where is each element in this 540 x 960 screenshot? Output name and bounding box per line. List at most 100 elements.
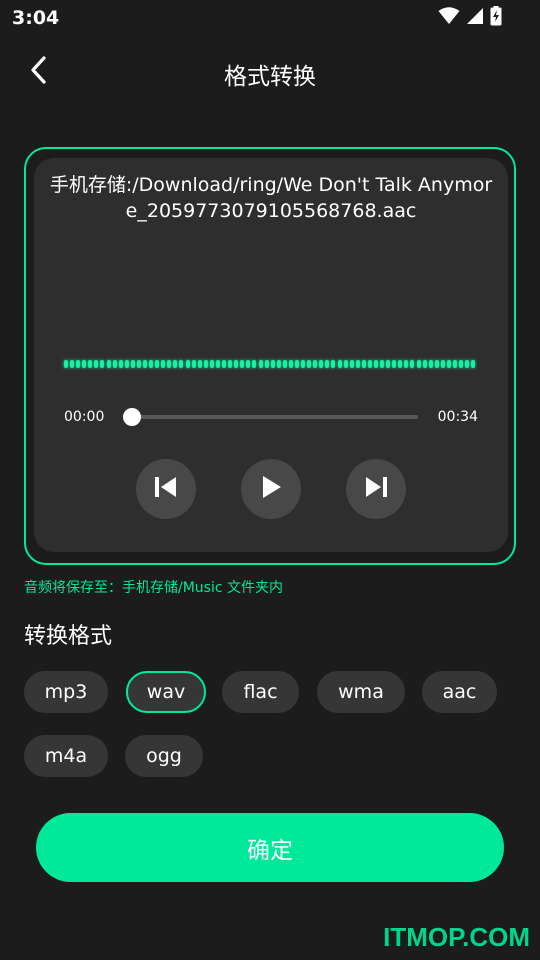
- waveform-dot: [136, 360, 141, 368]
- waveform-dot: [380, 360, 385, 368]
- waveform-dot: [264, 360, 269, 368]
- header: 格式转换: [0, 44, 540, 100]
- save-location-hint: 音频将保存至：手机存储/Music 文件夹内: [24, 580, 283, 596]
- waveform-dot: [459, 360, 464, 368]
- waveform-dot: [185, 360, 190, 368]
- total-time: 00:34: [437, 409, 478, 425]
- waveform-dot: [416, 360, 421, 368]
- previous-button[interactable]: [136, 459, 196, 519]
- play-icon: [259, 474, 283, 504]
- waveform-dot: [361, 360, 366, 368]
- waveform-dot: [294, 360, 299, 368]
- format-label: aac: [442, 681, 477, 703]
- waveform-dot: [258, 360, 263, 368]
- format-label: ogg: [146, 745, 182, 767]
- progress-slider[interactable]: [123, 408, 418, 426]
- waveform-dot: [94, 360, 99, 368]
- waveform-dot: [410, 360, 415, 368]
- format-chip-m4a[interactable]: m4a: [24, 735, 108, 777]
- waveform-dot: [386, 360, 391, 368]
- waveform: [64, 359, 476, 369]
- waveform-dot: [367, 360, 372, 368]
- waveform-dot: [197, 360, 202, 368]
- waveform-dot: [282, 360, 287, 368]
- waveform-dot: [191, 360, 196, 368]
- waveform-dot: [301, 360, 306, 368]
- waveform-dot: [209, 360, 214, 368]
- format-chip-aac[interactable]: aac: [422, 671, 497, 713]
- waveform-dot: [270, 360, 275, 368]
- format-chip-wav[interactable]: wav: [126, 671, 206, 713]
- waveform-dot: [143, 360, 148, 368]
- waveform-dot: [179, 360, 184, 368]
- skip-next-icon: [363, 475, 389, 503]
- confirm-label: 确定: [247, 837, 293, 864]
- player-frame: 手机存储:/Download/ring/We Don't Talk Anymor…: [24, 147, 516, 565]
- waveform-dot: [149, 360, 154, 368]
- waveform-dot: [130, 360, 135, 368]
- status-icons: [438, 6, 502, 30]
- format-label: wav: [146, 681, 186, 703]
- battery-charging-icon: [490, 6, 502, 30]
- waveform-dot: [234, 360, 239, 368]
- waveform-dot: [203, 360, 208, 368]
- waveform-dot: [240, 360, 245, 368]
- waveform-dot: [222, 360, 227, 368]
- page-title: 格式转换: [224, 64, 316, 90]
- waveform-dot: [337, 360, 342, 368]
- current-time: 00:00: [64, 409, 105, 425]
- status-time: 3:04: [12, 7, 60, 29]
- format-chip-ogg[interactable]: ogg: [125, 735, 203, 777]
- waveform-dot: [349, 360, 354, 368]
- status-bar: 3:04: [0, 0, 540, 36]
- waveform-dot: [118, 360, 123, 368]
- player-card: 手机存储:/Download/ring/We Don't Talk Anymor…: [34, 158, 508, 552]
- waveform-dot: [428, 360, 433, 368]
- waveform-dot: [392, 360, 397, 368]
- waveform-dot: [64, 360, 68, 368]
- waveform-dot: [155, 360, 160, 368]
- waveform-dot: [313, 360, 318, 368]
- signal-icon: [466, 7, 484, 29]
- waveform-dot: [453, 360, 457, 368]
- watermark-logo: ITMOP.COM: [383, 922, 530, 952]
- waveform-dot: [246, 360, 251, 368]
- waveform-dot: [325, 360, 330, 368]
- play-button[interactable]: [241, 459, 301, 519]
- format-label: flac: [243, 681, 278, 703]
- format-chip-flac[interactable]: flac: [222, 671, 299, 713]
- waveform-dot: [173, 360, 178, 368]
- format-chip-mp3[interactable]: mp3: [24, 671, 108, 713]
- next-button[interactable]: [346, 459, 406, 519]
- waveform-dot: [252, 360, 257, 368]
- waveform-dot: [161, 360, 166, 368]
- format-label: m4a: [44, 745, 88, 767]
- progress-thumb[interactable]: [123, 408, 141, 426]
- waveform-dot: [288, 360, 293, 368]
- waveform-dot: [343, 360, 348, 368]
- waveform-dot: [167, 360, 172, 368]
- waveform-dot: [307, 360, 312, 368]
- waveform-dot: [355, 360, 360, 368]
- waveform-dot: [434, 360, 439, 368]
- waveform-dot: [82, 360, 87, 368]
- waveform-dot: [100, 360, 105, 368]
- waveform-dot: [106, 360, 111, 368]
- waveform-dot: [404, 360, 409, 368]
- waveform-dot: [398, 360, 403, 368]
- waveform-dot: [471, 360, 476, 368]
- waveform-dot: [440, 360, 445, 368]
- waveform-dot: [465, 360, 470, 368]
- waveform-dot: [228, 360, 233, 368]
- format-section-title: 转换格式: [24, 624, 113, 649]
- waveform-dot: [76, 360, 81, 368]
- skip-previous-icon: [153, 475, 179, 503]
- waveform-dot: [446, 360, 451, 368]
- waveform-dot: [422, 360, 427, 368]
- format-chip-wma[interactable]: wma: [317, 671, 405, 713]
- file-path: 手机存储:/Download/ring/We Don't Talk Anymor…: [49, 174, 493, 222]
- confirm-button[interactable]: 确定: [36, 813, 504, 882]
- wifi-icon: [438, 7, 460, 29]
- waveform-dot: [373, 360, 378, 368]
- waveform-dot: [215, 360, 220, 368]
